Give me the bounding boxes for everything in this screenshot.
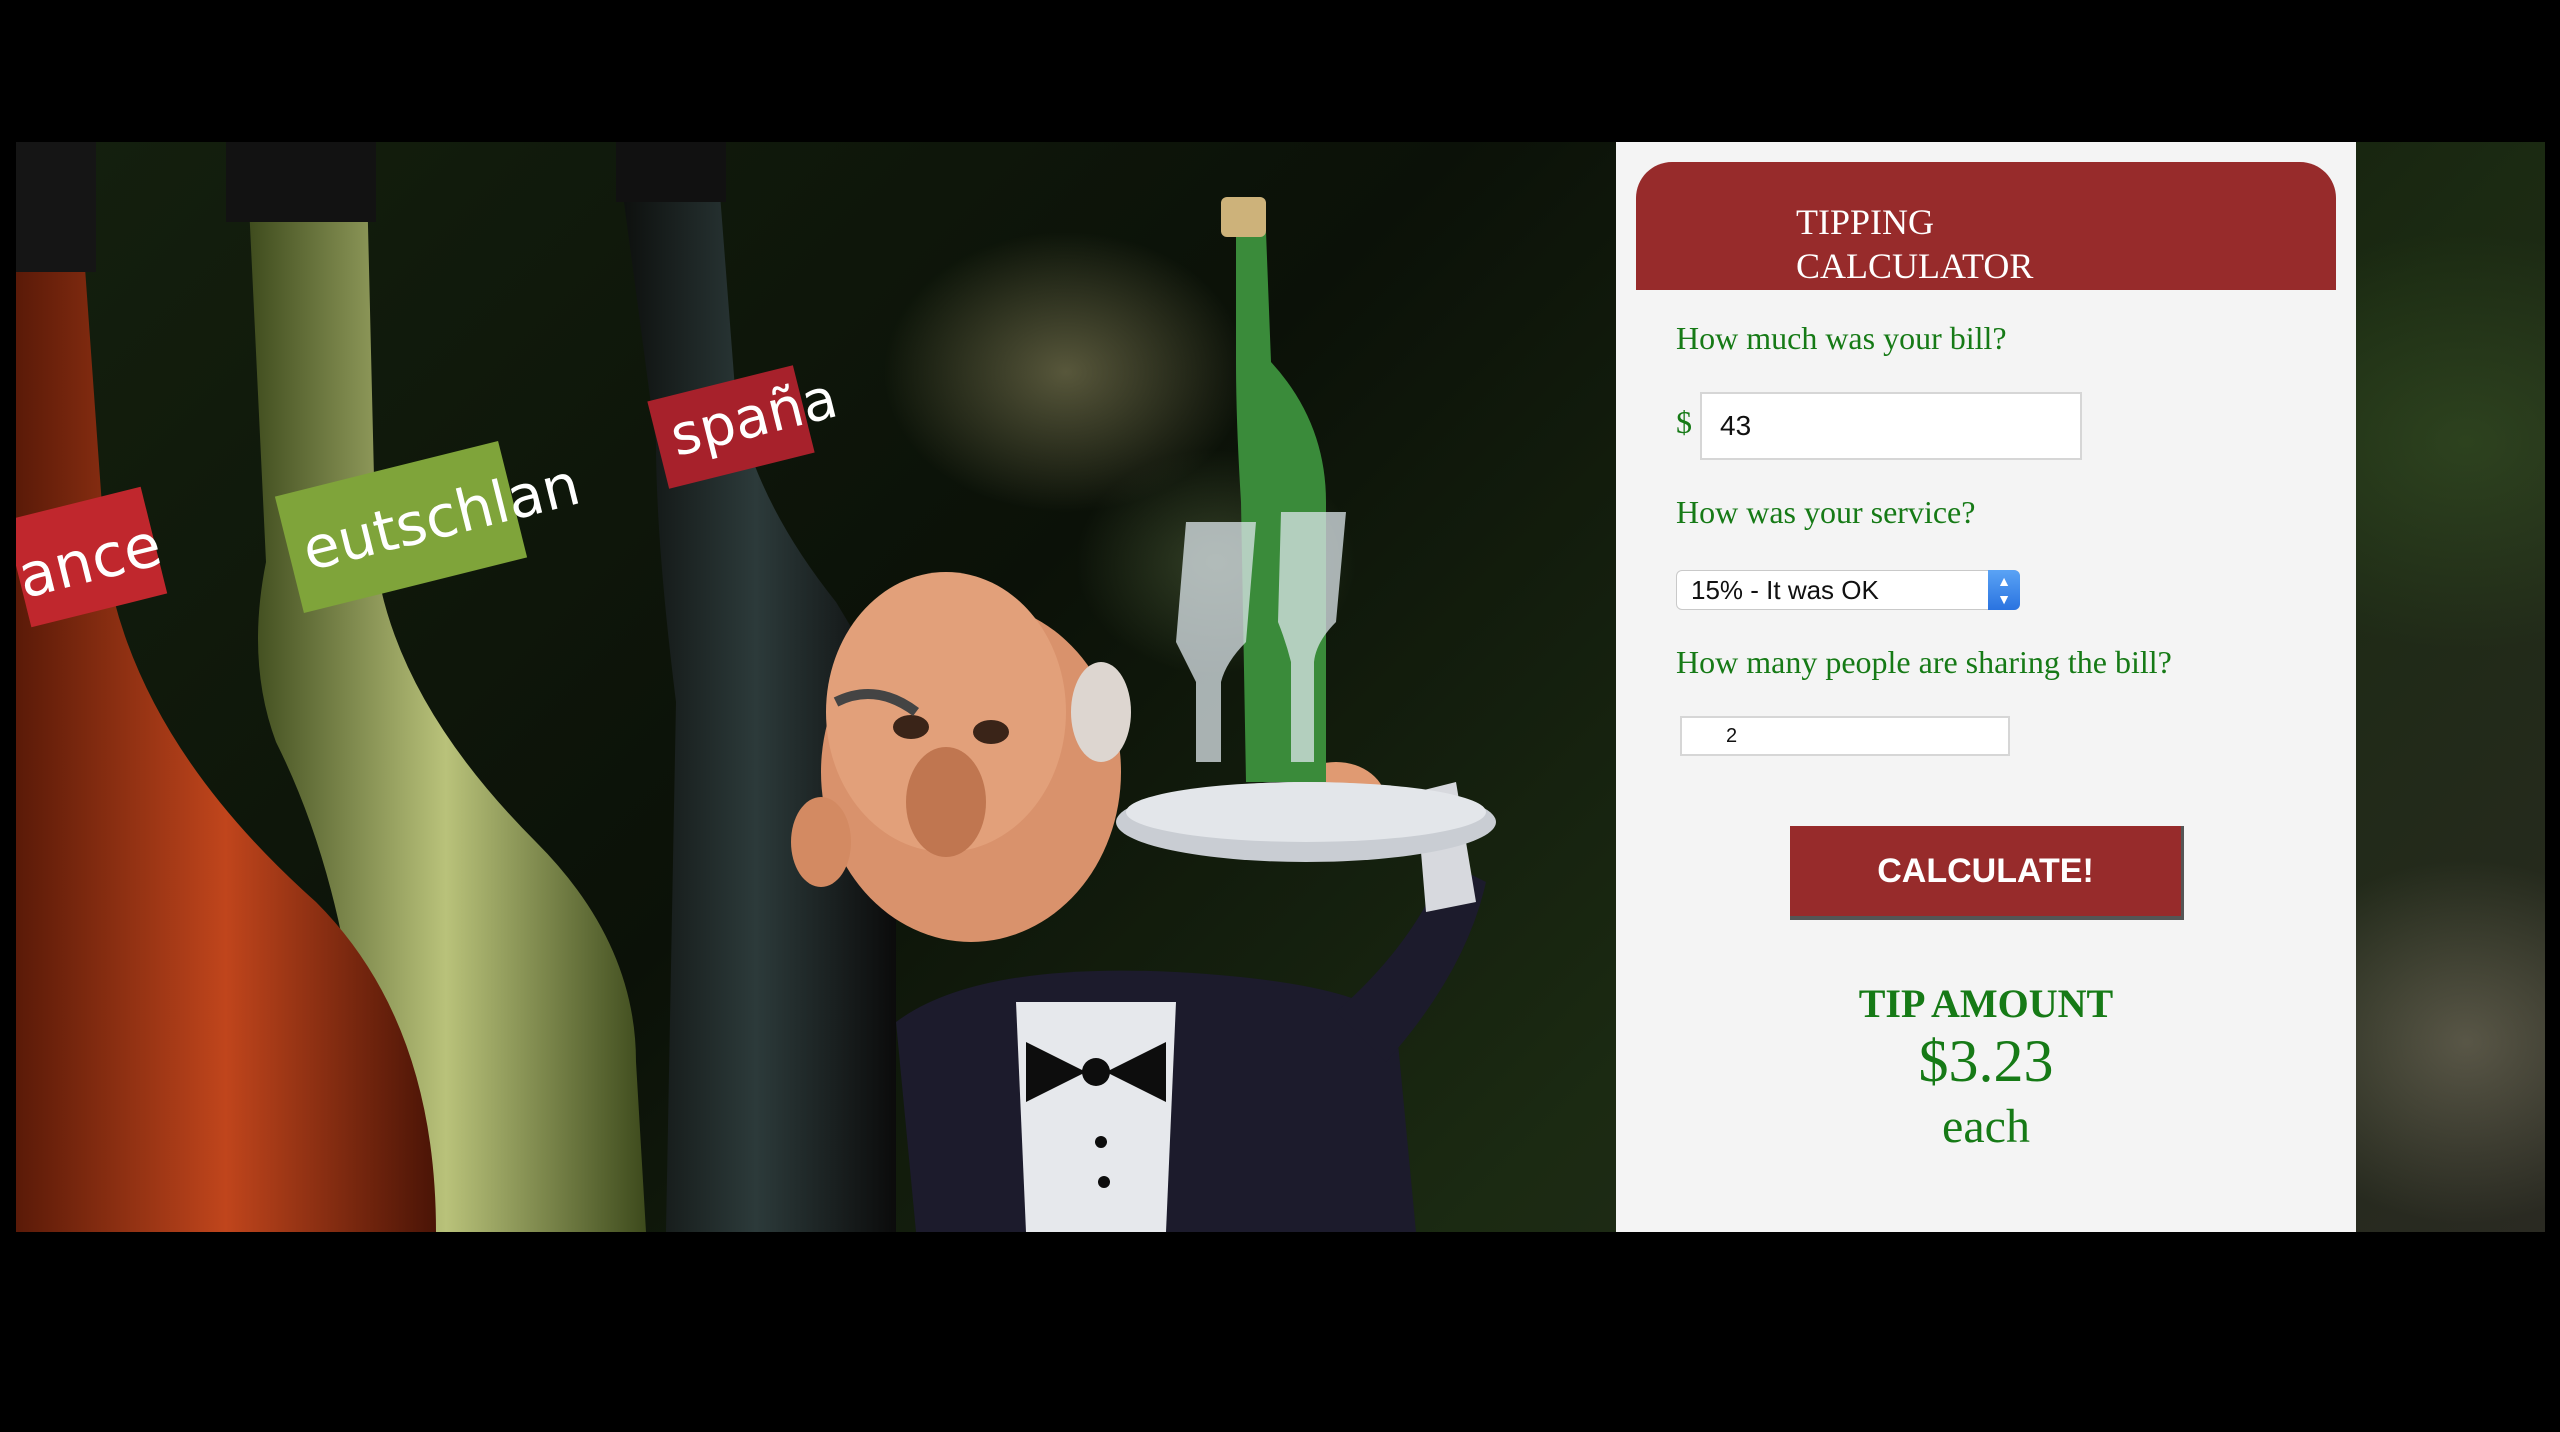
- tipping-calculator-panel: TIPPING CALCULATOR How much was your bil…: [1616, 142, 2356, 1232]
- select-arrows-icon: ▲ ▼: [1988, 570, 2020, 610]
- waiter-figurine: [791, 572, 1496, 1232]
- tip-amount-label: TIP AMOUNT: [1858, 981, 2114, 1026]
- bill-amount-input[interactable]: 43: [1700, 392, 2082, 460]
- panel-title: TIPPING CALCULATOR: [1796, 202, 2034, 286]
- bill-question: How much was your bill?: [1676, 320, 2007, 356]
- waiter-wine-illustration: spaña eutschlan ance: [16, 142, 1496, 1232]
- tip-amount-suffix: each: [1942, 1100, 2030, 1153]
- panel-header: TIPPING CALCULATOR: [1636, 162, 2336, 290]
- people-count-input[interactable]: 2: [1680, 716, 2010, 756]
- service-question: How was your service?: [1676, 494, 1976, 530]
- people-question: How many people are sharing the bill?: [1676, 644, 2172, 680]
- tip-amount-value: $3.23: [1918, 1028, 2054, 1094]
- service-select[interactable]: 15% - It was OK ▲ ▼: [1676, 570, 2020, 610]
- currency-symbol: $: [1676, 404, 1692, 440]
- calculate-button[interactable]: CALCULATE!: [1790, 826, 2184, 920]
- tray-glasses-bottle: [1176, 197, 1346, 782]
- service-selected-value: 15% - It was OK: [1691, 575, 1879, 605]
